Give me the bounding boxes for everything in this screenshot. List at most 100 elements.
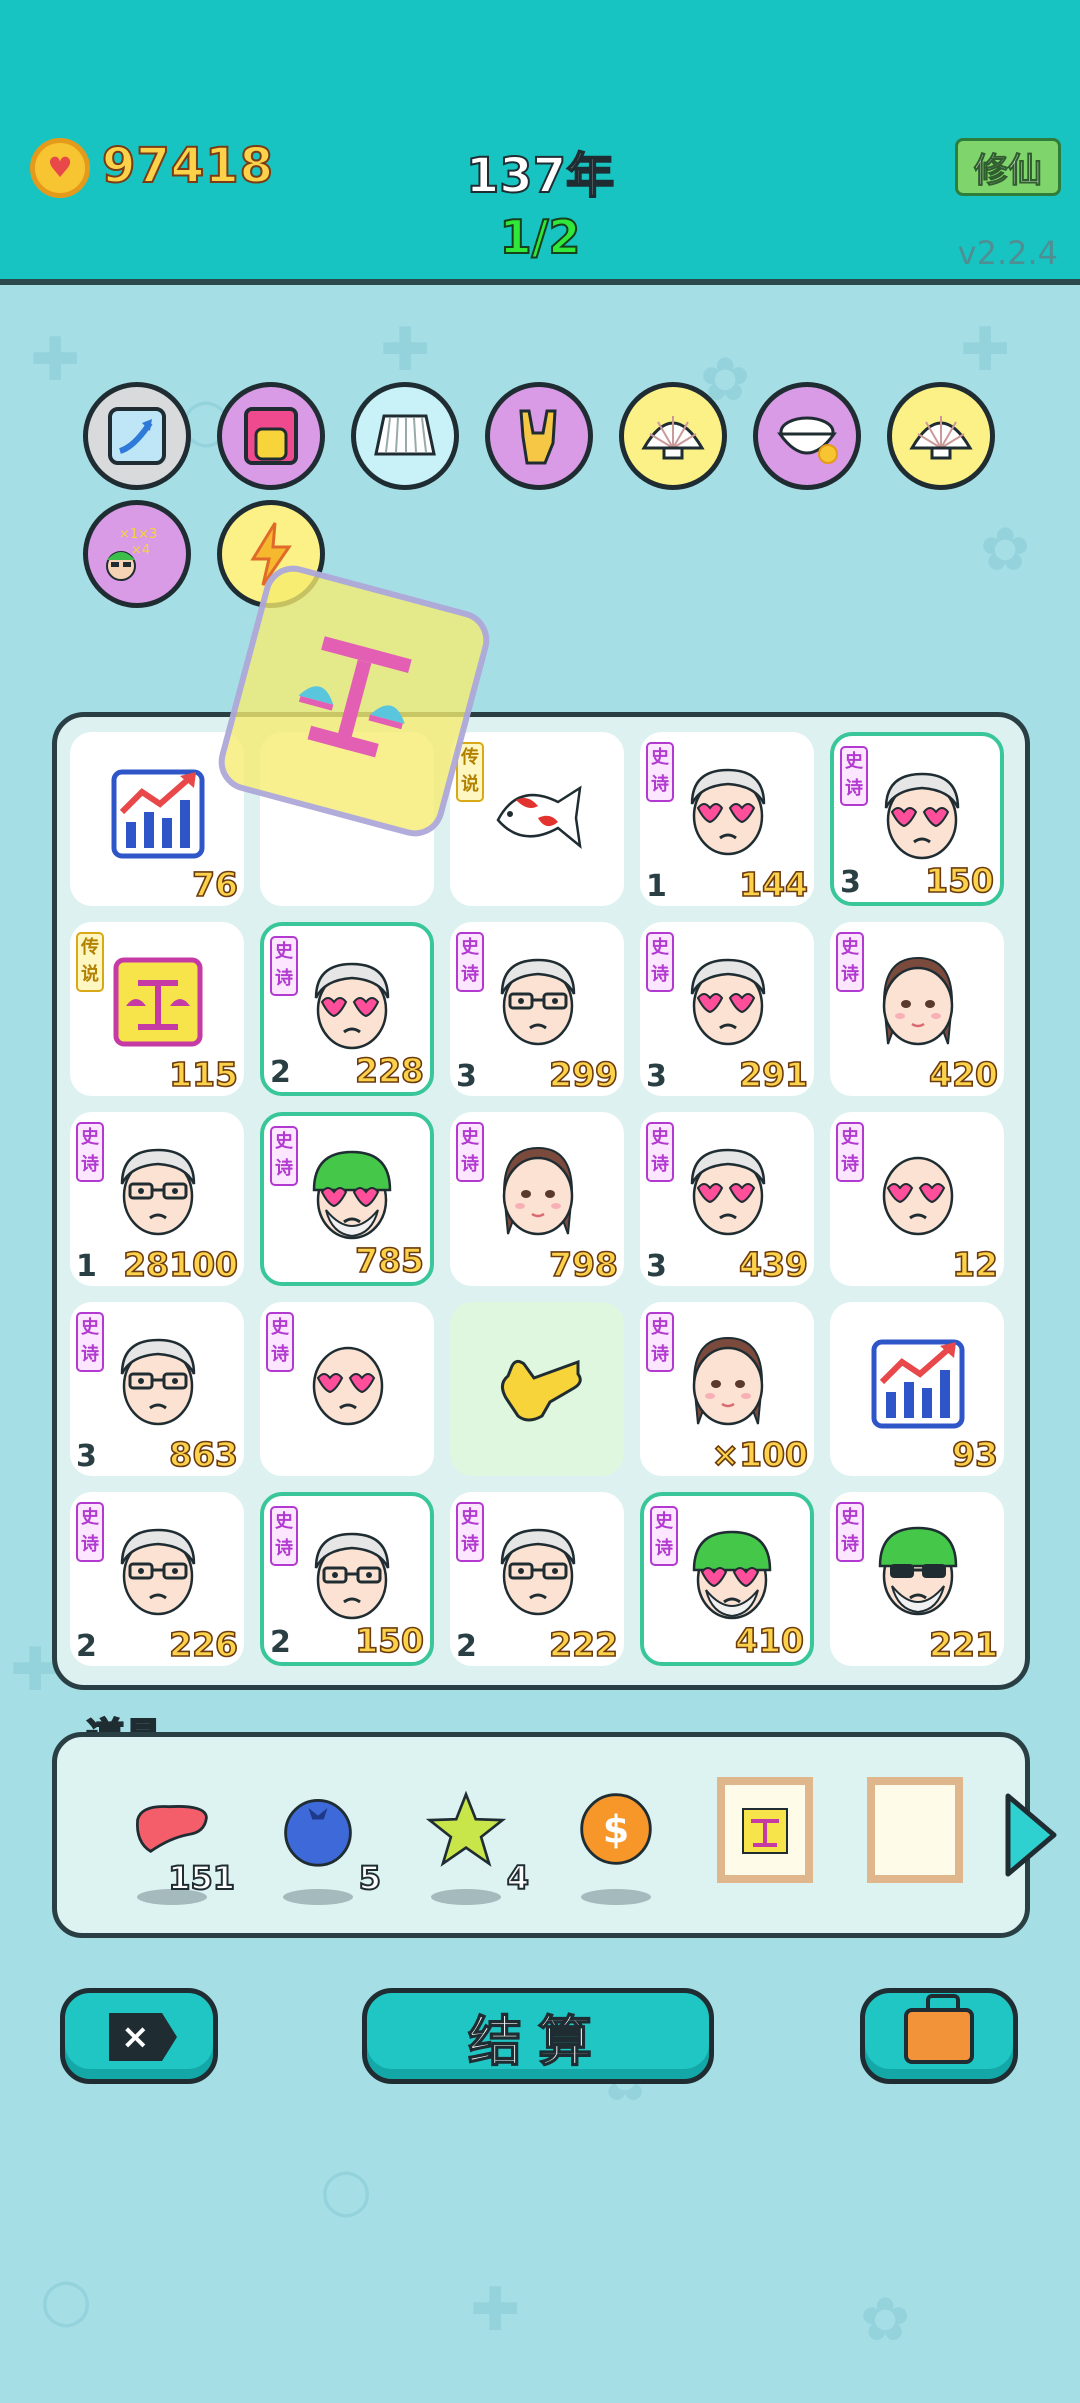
board-cell[interactable]: 史诗 1 28100: [70, 1112, 244, 1286]
pleated-skirt-icon[interactable]: [351, 382, 459, 490]
inventory-button[interactable]: [860, 1988, 1018, 2084]
cell-level: 3: [456, 1059, 477, 1094]
board-cell[interactable]: 史诗 2 226: [70, 1492, 244, 1666]
rarity-tag: 史诗: [646, 742, 674, 802]
bald-heart-eyes-icon: [298, 1332, 398, 1432]
rarity-tag: 史诗: [270, 1506, 298, 1566]
board-cell[interactable]: 史诗 2 222: [450, 1492, 624, 1666]
board-cell[interactable]: 史诗 3 291: [640, 922, 814, 1096]
board-cell[interactable]: 史诗 798: [450, 1112, 624, 1286]
pointing-hand-icon: [488, 1332, 588, 1432]
scroll-right-arrow[interactable]: [1000, 1790, 1060, 1880]
cell-count: 439: [738, 1244, 808, 1285]
board-cell[interactable]: 史诗 2 150: [260, 1492, 434, 1666]
cell-level: 3: [76, 1439, 97, 1474]
delete-button[interactable]: ×: [60, 1988, 218, 2084]
cell-count: 93: [951, 1434, 999, 1475]
cell-count: 228: [354, 1050, 424, 1091]
empty-frame-icon[interactable]: [867, 1777, 963, 1883]
board-cell[interactable]: 史诗 221: [830, 1492, 1004, 1666]
top-bar: ♥ 97418 137年 1/2 修仙 v2.2.4: [0, 0, 1080, 285]
arrow-curve-icon[interactable]: [83, 382, 191, 490]
briefcase-icon: [904, 1994, 974, 2064]
grandpa-glasses-icon: [108, 1142, 208, 1242]
rice-bowl-icon[interactable]: [753, 382, 861, 490]
rarity-tag: 史诗: [266, 1312, 294, 1372]
version-label: v2.2.4: [957, 234, 1058, 272]
cell-count: 291: [738, 1054, 808, 1095]
settle-button[interactable]: 结算: [362, 1988, 714, 2084]
green-hat-heart-eyes-icon: [302, 1146, 402, 1246]
grandpa-heart-eyes-icon: [872, 766, 972, 866]
grandpa-glasses-icon: [108, 1522, 208, 1622]
girl-braids-icon: [868, 952, 968, 1052]
cell-level: 3: [646, 1059, 667, 1094]
board-cell[interactable]: 史诗 12: [830, 1112, 1004, 1286]
board-cell[interactable]: 史诗: [260, 1302, 434, 1476]
rock-hand-icon[interactable]: [485, 382, 593, 490]
cell-count: 76: [191, 864, 239, 905]
board-cell[interactable]: 史诗 2 228: [260, 922, 434, 1096]
liver-item[interactable]: 151: [117, 1779, 236, 1919]
board-cell[interactable]: 93: [830, 1302, 1004, 1476]
year-counter: 137年: [465, 147, 615, 205]
rarity-tag: 史诗: [836, 932, 864, 992]
growth-chart-icon: [108, 762, 208, 862]
board-cell[interactable]: 史诗 410: [640, 1492, 814, 1666]
rarity-tag: 史诗: [646, 1122, 674, 1182]
grandpa-glasses-icon: [302, 1526, 402, 1626]
cell-count: 420: [928, 1054, 998, 1095]
blueberry-icon: [278, 1789, 358, 1869]
coin-item[interactable]: $: [561, 1779, 671, 1919]
items-panel: 151 5 4 $: [52, 1732, 1030, 1938]
board-cell[interactable]: [450, 1302, 624, 1476]
rarity-tag: 史诗: [456, 932, 484, 992]
item-count: 151: [167, 1858, 236, 1898]
board-cell[interactable]: 史诗 ×100: [640, 1302, 814, 1476]
green-hat-heart-eyes-icon: [682, 1526, 782, 1626]
cell-count: 222: [548, 1624, 618, 1665]
cell-count: 410: [734, 1620, 804, 1661]
grandpa-heart-eyes-icon: [678, 762, 778, 862]
math-guy-icon[interactable]: ×1×3 ×4: [83, 500, 191, 608]
cell-count: 221: [928, 1624, 998, 1665]
star-item[interactable]: 4: [411, 1779, 530, 1919]
board-cell[interactable]: 史诗 785: [260, 1112, 434, 1286]
cell-level: 2: [76, 1629, 97, 1664]
wave-counter: 1/2: [499, 209, 582, 265]
blueberry-item[interactable]: 5: [263, 1779, 382, 1919]
board-cell[interactable]: 史诗 3 299: [450, 922, 624, 1096]
koi-fish-icon: [488, 762, 588, 862]
board-cell[interactable]: 史诗 420: [830, 922, 1004, 1096]
liver-icon: [132, 1789, 212, 1869]
cell-count: 226: [168, 1624, 238, 1665]
board-cell[interactable]: 史诗 3 439: [640, 1112, 814, 1286]
board-cell[interactable]: 传说 115: [70, 922, 244, 1096]
board-cell[interactable]: 史诗 1 144: [640, 732, 814, 906]
seashell-icon[interactable]: [887, 382, 995, 490]
board-cell[interactable]: 史诗 3 863: [70, 1302, 244, 1476]
yellow-mascot-icon[interactable]: [217, 382, 325, 490]
board-cell[interactable]: 史诗 3 150: [830, 732, 1004, 906]
board-cell[interactable]: 传说: [450, 732, 624, 906]
bald-heart-eyes-icon: [868, 1142, 968, 1242]
cell-count: 798: [548, 1244, 618, 1285]
rarity-tag: 史诗: [456, 1502, 484, 1562]
scale-frame-icon[interactable]: [717, 1777, 813, 1883]
grandpa-glasses-icon: [488, 1522, 588, 1622]
cell-count: 150: [924, 860, 994, 901]
girl-braids-icon: [678, 1332, 778, 1432]
cell-count: 28100: [122, 1244, 238, 1285]
girl-braids-icon: [488, 1142, 588, 1242]
item-count: 4: [506, 1858, 530, 1898]
svg-text:×1×3: ×1×3: [119, 527, 157, 542]
grandpa-heart-eyes-icon: [678, 1142, 778, 1242]
seashell-icon[interactable]: [619, 382, 727, 490]
cultivate-button[interactable]: 修仙: [955, 138, 1061, 196]
cell-count: 863: [168, 1434, 238, 1475]
dollar-coin-icon: $: [576, 1789, 656, 1869]
grandpa-heart-eyes-icon: [678, 952, 778, 1052]
rarity-tag: 史诗: [270, 1126, 298, 1186]
rarity-tag: 史诗: [650, 1506, 678, 1566]
cell-count: 150: [354, 1620, 424, 1661]
